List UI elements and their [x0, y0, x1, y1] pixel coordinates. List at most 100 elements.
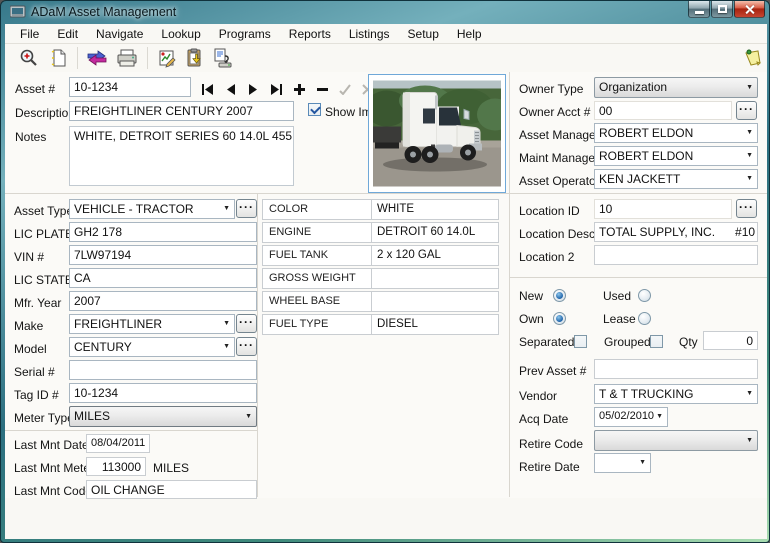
menu-reports[interactable]: Reports	[280, 25, 340, 43]
chevron-down-icon: ▼	[746, 152, 753, 160]
app-window: ADaM Asset Management File Edit Navigate…	[0, 0, 770, 543]
make-combo[interactable]: FREIGHTLINER ▼	[69, 314, 235, 334]
location-desc-field[interactable]: TOTAL SUPPLY, INC. #10	[594, 222, 758, 242]
prev-asset-field[interactable]	[594, 359, 758, 379]
minimize-icon	[695, 11, 704, 14]
serial-label: Serial #	[14, 365, 55, 379]
separated-checkbox[interactable]	[574, 335, 587, 348]
asset-manager-label: Asset Manager	[519, 128, 600, 142]
title-bar[interactable]: ADaM Asset Management	[1, 1, 769, 24]
asset-manager-combo[interactable]: ROBERT ELDON ▼	[594, 123, 758, 143]
show-img-checkbox[interactable]	[308, 103, 321, 116]
owner-acct-lookup-button[interactable]	[736, 101, 757, 120]
app-icon	[10, 5, 26, 18]
lic-plate-field[interactable]: GH2 178	[69, 222, 257, 242]
chevron-down-icon: ▼	[746, 390, 753, 398]
nav-next-icon[interactable]	[243, 80, 263, 98]
last-mnt-code-field[interactable]: OIL CHANGE	[86, 480, 257, 499]
spec-label: GROSS WEIGHT	[269, 272, 356, 284]
owner-acct-field[interactable]: 00	[594, 101, 732, 120]
own-radio[interactable]	[553, 312, 566, 325]
asset-photo-frame[interactable]	[365, 74, 513, 193]
meter-type-combo[interactable]: MILES ▼	[69, 406, 257, 427]
nav-first-icon[interactable]	[197, 80, 217, 98]
menu-file[interactable]: File	[11, 25, 48, 43]
new-radio[interactable]	[553, 289, 566, 302]
qty-label: Qty	[679, 335, 698, 349]
chevron-down-icon: ▼	[746, 129, 753, 137]
new-record-icon[interactable]	[47, 47, 71, 69]
menu-programs[interactable]: Programs	[210, 25, 280, 43]
last-mnt-code-label: Last Mnt Code	[14, 484, 93, 498]
model-combo[interactable]: CENTURY ▼	[69, 337, 235, 357]
close-button[interactable]	[734, 1, 765, 18]
nav-insert-icon[interactable]	[289, 80, 309, 98]
maint-manager-combo[interactable]: ROBERT ELDON ▼	[594, 146, 758, 166]
spec-value[interactable]: 2 x 120 GAL	[377, 249, 441, 261]
edit-record-icon[interactable]	[155, 47, 179, 69]
vendor-combo[interactable]: T & T TRUCKING ▼	[594, 384, 758, 404]
menu-lookup[interactable]: Lookup	[152, 25, 209, 43]
menu-setup[interactable]: Setup	[399, 25, 448, 43]
transfer-icon[interactable]	[85, 47, 109, 69]
menu-edit[interactable]: Edit	[48, 25, 87, 43]
owner-type-combo[interactable]: Organization ▼	[594, 77, 758, 98]
print-icon[interactable]	[115, 47, 139, 69]
retire-date-label: Retire Date	[519, 460, 580, 474]
spec-value[interactable]: WHITE	[377, 203, 414, 215]
description-field[interactable]: FREIGHTLINER CENTURY 2007	[69, 101, 294, 121]
minimize-button[interactable]	[688, 1, 710, 18]
nav-prior-icon[interactable]	[220, 80, 240, 98]
export-icon[interactable]	[211, 47, 235, 69]
location-id-lookup-button[interactable]	[736, 199, 757, 218]
separated-label: Separated	[519, 335, 575, 349]
zoom-icon[interactable]	[17, 47, 41, 69]
asset-operator-combo[interactable]: KEN JACKETT ▼	[594, 169, 758, 189]
tag-id-field[interactable]: 10-1234	[69, 383, 257, 403]
spec-value[interactable]: DETROIT 60 14.0L	[377, 226, 475, 238]
last-mnt-date-field[interactable]: 08/04/2011	[86, 434, 150, 453]
last-mnt-meter-field[interactable]: 113000	[86, 457, 146, 476]
spec-value[interactable]: DIESEL	[377, 318, 418, 330]
grouped-checkbox[interactable]	[650, 335, 663, 348]
model-label: Model	[14, 342, 47, 356]
make-lookup-button[interactable]	[236, 314, 257, 333]
vin-field[interactable]: 7LW97194	[69, 245, 257, 265]
nav-delete-icon[interactable]	[312, 80, 332, 98]
location-id-field[interactable]: 10	[594, 199, 732, 219]
spec-label: COLOR	[269, 203, 309, 215]
notes-icon[interactable]	[741, 47, 765, 69]
asset-type-lookup-button[interactable]	[236, 199, 257, 218]
asset-photo	[365, 80, 513, 187]
serial-field[interactable]	[69, 360, 257, 380]
nav-last-icon[interactable]	[266, 80, 286, 98]
location-2-field[interactable]	[594, 245, 758, 265]
maximize-icon	[718, 5, 727, 13]
qty-field[interactable]: 0	[703, 331, 758, 350]
used-radio[interactable]	[638, 289, 651, 302]
nav-post-icon[interactable]	[335, 80, 355, 98]
mfr-year-field[interactable]: 2007	[69, 291, 257, 311]
paste-icon[interactable]	[183, 47, 207, 69]
maximize-button[interactable]	[711, 1, 733, 18]
retire-code-combo[interactable]: ▼	[594, 430, 758, 451]
asset-type-combo[interactable]: VEHICLE - TRACTOR ▼	[69, 199, 235, 219]
panel-divider	[257, 193, 258, 497]
panel-divider	[509, 72, 510, 497]
chevron-down-icon: ▼	[639, 459, 646, 467]
asset-number-field[interactable]: 10-1234	[69, 77, 191, 97]
toolbar-separator	[77, 47, 78, 69]
menu-help[interactable]: Help	[448, 25, 491, 43]
notes-field[interactable]: WHITE, DETROIT SERIES 60 14.0L 455HP	[69, 126, 294, 186]
lic-state-field[interactable]: CA	[69, 268, 257, 288]
retire-date-picker[interactable]: ▼	[594, 453, 651, 473]
chevron-down-icon: ▼	[746, 436, 753, 444]
model-lookup-button[interactable]	[236, 337, 257, 356]
vendor-label: Vendor	[519, 389, 558, 403]
menu-navigate[interactable]: Navigate	[87, 25, 152, 43]
menu-listings[interactable]: Listings	[340, 25, 399, 43]
spec-label: FUEL TANK	[269, 249, 329, 261]
spec-row-fuel-type: FUEL TYPE DIESEL	[262, 314, 499, 335]
acq-date-picker[interactable]: 05/02/2010 ▼	[594, 407, 668, 427]
lease-radio[interactable]	[638, 312, 651, 325]
